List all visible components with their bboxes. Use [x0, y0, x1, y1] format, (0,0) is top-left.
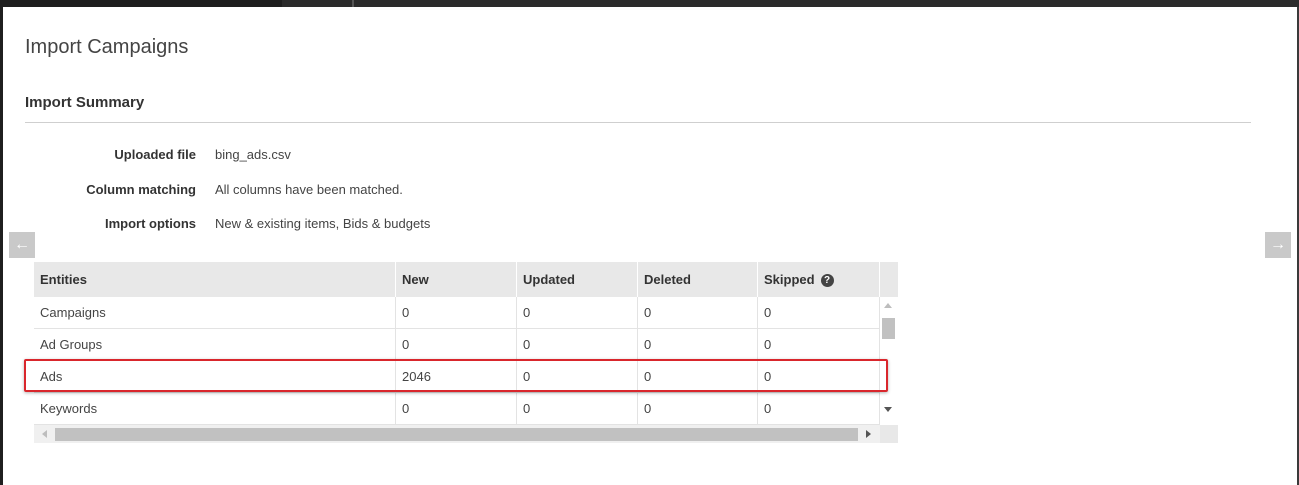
arrow-right-icon: → — [1270, 236, 1286, 253]
cell-skipped: 0 — [758, 297, 880, 328]
table-row-ads[interactable]: Ads 2046 0 0 0 — [34, 361, 880, 393]
column-header-updated[interactable]: Updated — [517, 262, 638, 297]
cell-skipped: 0 — [758, 361, 880, 392]
horizontal-scrollbar[interactable] — [34, 425, 898, 443]
cell-entity: Campaigns — [34, 297, 396, 328]
vertical-scroll-thumb[interactable] — [882, 318, 895, 339]
column-header-new[interactable]: New — [396, 262, 517, 297]
table-header: Entities New Updated Deleted Skipped? — [34, 262, 898, 297]
summary-value: bing_ads.csv — [215, 147, 291, 162]
cell-new: 0 — [396, 297, 517, 328]
section-divider — [25, 122, 1251, 123]
summary-value: New & existing items, Bids & budgets — [215, 216, 431, 231]
cell-skipped: 0 — [758, 329, 880, 360]
window-top-strip — [0, 0, 1299, 7]
cell-entity: Keywords — [34, 393, 396, 424]
scrollbar-corner — [880, 425, 898, 443]
question-circle-icon[interactable]: ? — [820, 274, 834, 288]
summary-label: Import options — [105, 216, 196, 231]
table-body: Campaigns 0 0 0 0 Ad Groups 0 0 0 0 Ads … — [34, 297, 880, 425]
import-results-table: Entities New Updated Deleted Skipped? Ca… — [34, 262, 898, 445]
cell-skipped: 0 — [758, 393, 880, 424]
scroll-right-icon[interactable] — [866, 430, 871, 438]
cell-updated: 0 — [517, 393, 638, 424]
horizontal-scroll-thumb[interactable] — [55, 428, 858, 441]
page-title: Import Campaigns — [25, 36, 189, 58]
previous-button[interactable]: ← — [9, 232, 35, 258]
table-row-campaigns[interactable]: Campaigns 0 0 0 0 — [34, 297, 880, 329]
summary-value: All columns have been matched. — [215, 182, 403, 197]
vertical-scrollbar[interactable] — [880, 297, 898, 425]
table-row-ad-groups[interactable]: Ad Groups 0 0 0 0 — [34, 329, 880, 361]
cell-entity: Ads — [34, 361, 396, 392]
section-title: Import Summary — [25, 94, 145, 111]
next-button[interactable]: → — [1265, 232, 1291, 258]
column-header-skipped[interactable]: Skipped? — [758, 262, 880, 297]
table-row-keywords[interactable]: Keywords 0 0 0 0 — [34, 393, 880, 425]
left-window-edge — [0, 7, 3, 485]
cell-entity: Ad Groups — [34, 329, 396, 360]
cell-updated: 0 — [517, 361, 638, 392]
column-header-deleted[interactable]: Deleted — [638, 262, 758, 297]
cell-updated: 0 — [517, 329, 638, 360]
scroll-down-icon[interactable] — [884, 407, 892, 412]
cell-new: 0 — [396, 393, 517, 424]
cell-new: 0 — [396, 329, 517, 360]
top-strip-separator — [352, 0, 354, 7]
scroll-left-icon[interactable] — [42, 430, 47, 438]
scroll-up-icon[interactable] — [884, 303, 892, 308]
cell-deleted: 0 — [638, 393, 758, 424]
arrow-left-icon: ← — [14, 236, 30, 253]
cell-deleted: 0 — [638, 329, 758, 360]
summary-label: Uploaded file — [114, 147, 196, 162]
cell-deleted: 0 — [638, 361, 758, 392]
column-header-entities[interactable]: Entities — [34, 262, 396, 297]
cell-new: 2046 — [396, 361, 517, 392]
cell-updated: 0 — [517, 297, 638, 328]
summary-label: Column matching — [86, 182, 196, 197]
cell-deleted: 0 — [638, 297, 758, 328]
top-strip-left-segment — [0, 0, 282, 7]
